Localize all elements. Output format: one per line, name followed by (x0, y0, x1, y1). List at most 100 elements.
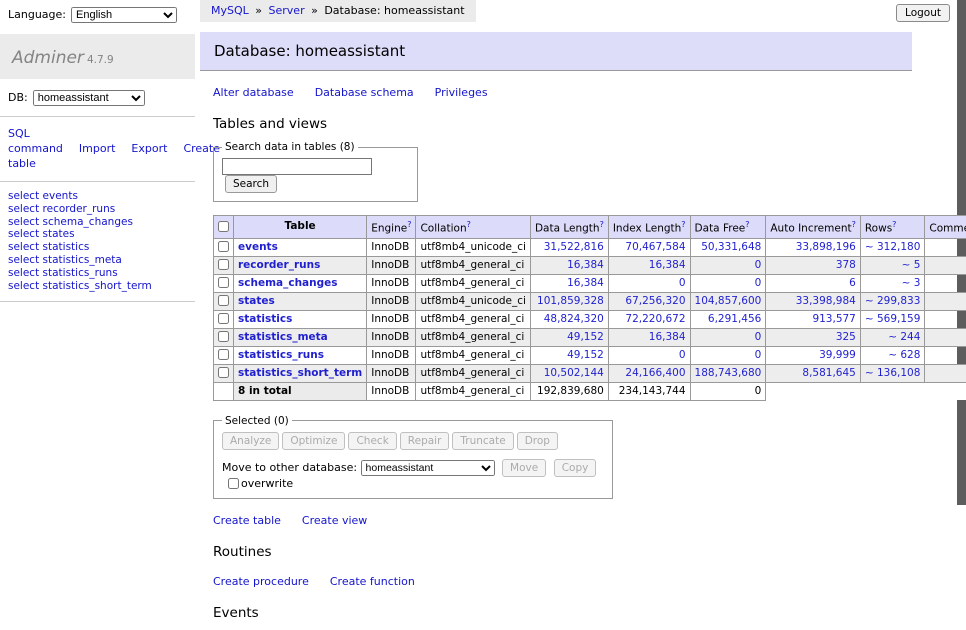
data-length-cell: 48,824,320 (530, 310, 608, 328)
help-superscript: ? (467, 220, 471, 229)
row-checkbox-cell (214, 328, 234, 346)
column-header-data-length: Data Length? (530, 216, 608, 239)
sidebar-select-states[interactable]: select states (8, 228, 187, 241)
help-link-collation[interactable]: ? (467, 220, 471, 229)
index-length-cell: 70,467,584 (608, 238, 690, 256)
help-link-rows[interactable]: ? (892, 220, 896, 229)
check-button[interactable]: Check (348, 432, 396, 450)
row-checkbox-statistics-meta[interactable] (218, 331, 229, 342)
tables-overview-table: TableEngine?Collation?Data Length?Index … (213, 215, 966, 401)
page-title: Database: homeassistant (200, 32, 912, 71)
table-link-events[interactable]: events (238, 241, 278, 253)
create-table-link[interactable]: Create table (213, 514, 281, 527)
database-schema-link[interactable]: Database schema (315, 86, 414, 99)
select-all-checkbox[interactable] (218, 221, 229, 232)
collation-cell: utf8mb4_unicode_ci (416, 292, 530, 310)
sidebar-action-export[interactable]: Export (131, 142, 167, 155)
move-db-select[interactable]: homeassistant (361, 460, 495, 476)
comment-cell (925, 292, 966, 310)
help-superscript: ? (852, 220, 856, 229)
table-link-statistics-meta[interactable]: statistics_meta (238, 331, 328, 343)
row-checkbox-statistics-runs[interactable] (218, 349, 229, 360)
comment-cell (925, 328, 966, 346)
sidebar-select-statistics[interactable]: select statistics (8, 241, 187, 254)
collation-cell: utf8mb4_general_ci (416, 256, 530, 274)
row-checkbox-schema-changes[interactable] (218, 277, 229, 288)
auto-increment-cell: 378 (766, 256, 861, 274)
sidebar-select-statistics-short-term[interactable]: select statistics_short_term (8, 280, 187, 293)
row-checkbox-states[interactable] (218, 295, 229, 306)
truncate-button[interactable]: Truncate (452, 432, 513, 450)
column-label: Data Length (535, 223, 600, 235)
row-checkbox-events[interactable] (218, 241, 229, 252)
breadcrumb-mysql[interactable]: MySQL (211, 4, 249, 17)
copy-button[interactable]: Copy (554, 459, 597, 477)
help-link-engine[interactable]: ? (407, 220, 411, 229)
auto-increment-cell: 325 (766, 328, 861, 346)
adminer-logo[interactable]: Adminer (12, 48, 84, 68)
auto-increment-cell: 913,577 (766, 310, 861, 328)
row-checkbox-statistics-short-term[interactable] (218, 367, 229, 378)
table-link-recorder-runs[interactable]: recorder_runs (238, 259, 320, 271)
index-length-cell: 0 (608, 346, 690, 364)
row-checkbox-cell (214, 238, 234, 256)
row-checkbox-statistics[interactable] (218, 313, 229, 324)
optimize-button[interactable]: Optimize (282, 432, 345, 450)
alter-database-link[interactable]: Alter database (213, 86, 294, 99)
search-button[interactable]: Search (225, 175, 277, 193)
breadcrumb-database-homeassistant: Database: homeassistant (324, 4, 464, 17)
privileges-link[interactable]: Privileges (435, 86, 488, 99)
row-checkbox-cell (214, 256, 234, 274)
create-function-link[interactable]: Create function (330, 575, 415, 588)
help-link-data-free[interactable]: ? (745, 220, 749, 229)
index-length-cell: 24,166,400 (608, 364, 690, 382)
db-select[interactable]: homeassistant (33, 90, 145, 106)
breadcrumb: MySQL » Server » Database: homeassistant (200, 0, 476, 22)
totals-empty-cell (214, 382, 234, 400)
create-view-link[interactable]: Create view (302, 514, 367, 527)
table-link-statistics-runs[interactable]: statistics_runs (238, 349, 324, 361)
totals-blank-cell (766, 382, 861, 400)
table-row: statisticsInnoDButf8mb4_general_ci48,824… (214, 310, 966, 328)
repair-button[interactable]: Repair (400, 432, 450, 450)
sidebar-select-statistics-runs[interactable]: select statistics_runs (8, 267, 187, 280)
sidebar-select-events[interactable]: select events (8, 190, 187, 203)
table-link-statistics-short-term[interactable]: statistics_short_term (238, 367, 362, 379)
search-input[interactable] (222, 158, 372, 175)
column-header-index-length: Index Length? (608, 216, 690, 239)
index-length-cell: 72,220,672 (608, 310, 690, 328)
auto-increment-cell: 33,398,984 (766, 292, 861, 310)
column-header-table: Table (234, 216, 367, 239)
select-all-cell (214, 216, 234, 239)
table-row: statistics_short_termInnoDButf8mb4_gener… (214, 364, 966, 382)
breadcrumb-server[interactable]: Server (269, 4, 305, 17)
collation-cell: utf8mb4_general_ci (416, 274, 530, 292)
drop-button[interactable]: Drop (517, 432, 558, 450)
create-procedure-link[interactable]: Create procedure (213, 575, 309, 588)
app-version: 4.7.9 (87, 54, 114, 66)
sidebar-action-sql-command[interactable]: SQL command (8, 127, 63, 155)
row-checkbox-cell (214, 364, 234, 382)
column-header-auto-increment: Auto Increment? (766, 216, 861, 239)
language-select[interactable]: English (71, 7, 177, 23)
column-header-comment: Comment? (925, 216, 966, 239)
row-checkbox-recorder-runs[interactable] (218, 259, 229, 270)
table-row: schema_changesInnoDButf8mb4_general_ci16… (214, 274, 966, 292)
table-link-statistics[interactable]: statistics (238, 313, 292, 325)
help-link-auto-increment[interactable]: ? (852, 220, 856, 229)
table-link-schema-changes[interactable]: schema_changes (238, 277, 338, 289)
analyze-button[interactable]: Analyze (222, 432, 279, 450)
sidebar-select-recorder-runs[interactable]: select recorder_runs (8, 203, 187, 216)
data-free-cell: 0 (690, 274, 766, 292)
help-superscript: ? (407, 220, 411, 229)
help-link-index-length[interactable]: ? (681, 220, 685, 229)
sidebar-select-schema-changes[interactable]: select schema_changes (8, 216, 187, 229)
sidebar-action-import[interactable]: Import (79, 142, 116, 155)
database-links: Alter database Database schema Privileges (213, 86, 912, 99)
overwrite-checkbox[interactable] (228, 478, 239, 489)
move-button[interactable]: Move (502, 459, 546, 477)
sidebar-select-statistics-meta[interactable]: select statistics_meta (8, 254, 187, 267)
table-link-states[interactable]: states (238, 295, 275, 307)
help-link-data-length[interactable]: ? (600, 220, 604, 229)
column-label: Rows (865, 223, 892, 235)
